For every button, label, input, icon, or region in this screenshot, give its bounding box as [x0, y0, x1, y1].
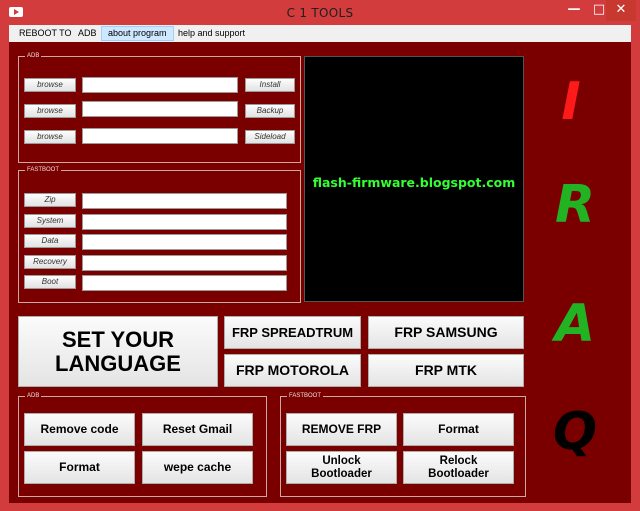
data-button[interactable]: Data [24, 234, 76, 248]
adb-group-label: ADB [25, 52, 42, 60]
browse-button-2[interactable]: browse [24, 104, 76, 118]
title-bar: C 1 TOOLS — □ ✕ [0, 0, 640, 25]
fastboot-group: FASTBOOT Zip System Data Recovery Boot [18, 166, 301, 303]
zip-button[interactable]: Zip [24, 193, 76, 207]
browse-button-1[interactable]: browse [24, 78, 76, 92]
adb-tools-group-label: ADB [25, 392, 42, 400]
adb-group: ADB browse Install browse Backup browse … [18, 52, 301, 163]
unlock-bootloader-button[interactable]: Unlock Bootloader [286, 451, 397, 484]
install-button[interactable]: Install [245, 78, 295, 92]
adb-tools-group: ADB Remove code Reset Gmail Format wepe … [18, 392, 267, 497]
menu-reboot-to[interactable]: REBOOT TO [13, 26, 78, 41]
adb-path-field-1[interactable] [82, 77, 238, 93]
wipe-cache-button[interactable]: wepe cache [142, 451, 253, 484]
frp-samsung-button[interactable]: FRP SAMSUNG [368, 316, 524, 349]
fastboot-tools-group: FASTBOOT REMOVE FRP Format Unlock Bootlo… [280, 392, 526, 497]
data-path-field[interactable] [82, 234, 287, 250]
reset-gmail-button[interactable]: Reset Gmail [142, 413, 253, 446]
adb-format-button[interactable]: Format [24, 451, 135, 484]
console-text: flash-firmware.blogspot.com [312, 175, 516, 190]
menu-adb[interactable]: ADB [72, 26, 103, 41]
console-output: flash-firmware.blogspot.com [304, 56, 524, 302]
remove-frp-button[interactable]: REMOVE FRP [286, 413, 397, 446]
menu-bar: REBOOT TO ADB about program help and sup… [9, 25, 631, 42]
brand-letter-i: I [561, 72, 581, 132]
menu-about-program[interactable]: about program [101, 26, 174, 41]
adb-path-field-2[interactable] [82, 101, 238, 117]
boot-button[interactable]: Boot [24, 275, 76, 289]
brand-letter-a: A [554, 294, 596, 354]
sideload-button[interactable]: Sideload [245, 130, 295, 144]
frp-mtk-button[interactable]: FRP MTK [368, 354, 524, 387]
main-panel: ADB browse Install browse Backup browse … [9, 42, 631, 503]
fastboot-group-label: FASTBOOT [25, 166, 62, 174]
window-title: C 1 TOOLS [286, 6, 354, 20]
close-button[interactable]: ✕ [606, 0, 636, 21]
window-frame-bottom [0, 503, 640, 511]
system-button[interactable]: System [24, 214, 76, 228]
brand-letter-q: Q [552, 402, 598, 462]
backup-button[interactable]: Backup [245, 104, 295, 118]
fastboot-tools-group-label: FASTBOOT [287, 392, 324, 400]
minimize-button[interactable]: — [560, 0, 588, 21]
recovery-button[interactable]: Recovery [24, 255, 76, 269]
brand-letter-r: R [554, 175, 596, 235]
remove-code-button[interactable]: Remove code [24, 413, 135, 446]
fastboot-format-button[interactable]: Format [403, 413, 514, 446]
frp-spreadtrum-button[interactable]: FRP SPREADTRUM [224, 316, 361, 349]
zip-path-field[interactable] [82, 193, 287, 209]
window-frame-right [631, 25, 640, 511]
frp-motorola-button[interactable]: FRP MOTOROLA [224, 354, 361, 387]
menu-help-and-support[interactable]: help and support [172, 26, 251, 41]
browse-button-3[interactable]: browse [24, 130, 76, 144]
system-path-field[interactable] [82, 214, 287, 230]
recovery-path-field[interactable] [82, 255, 287, 271]
set-language-button[interactable]: SET YOUR LANGUAGE [18, 316, 218, 387]
boot-path-field[interactable] [82, 275, 287, 291]
relock-bootloader-button[interactable]: Relock Bootloader [403, 451, 514, 484]
adb-path-field-3[interactable] [82, 128, 238, 144]
window-frame-left [0, 25, 9, 511]
